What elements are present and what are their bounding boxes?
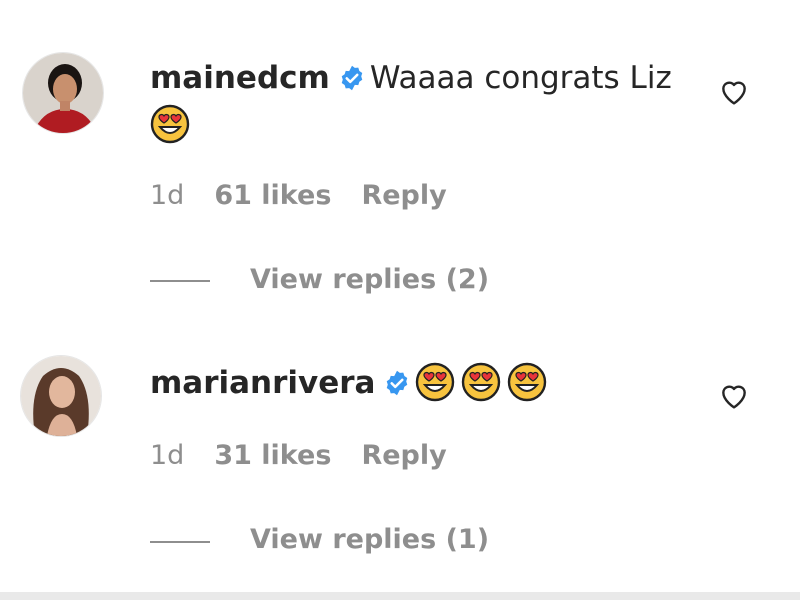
replies-divider [150, 280, 210, 282]
comment-emoji-line [150, 104, 196, 145]
comment-time[interactable]: 1d [150, 180, 184, 211]
reply-button[interactable]: Reply [361, 440, 446, 471]
heart-outline-icon[interactable] [718, 76, 750, 108]
verified-badge-icon [383, 369, 411, 397]
reply-button[interactable]: Reply [361, 180, 446, 211]
heart-eyes-emoji-icon [415, 362, 455, 402]
replies-divider [150, 541, 210, 543]
comment-username[interactable]: mainedcm [150, 60, 330, 96]
comment-text: Waaaa congrats Liz [369, 60, 672, 96]
avatar[interactable] [22, 52, 104, 134]
avatar[interactable] [20, 355, 102, 437]
comment-line: mainedcm Waaaa congrats Liz [150, 58, 672, 98]
comment-line: marianrivera [150, 362, 553, 403]
heart-eyes-emoji-icon [150, 104, 190, 144]
comment-meta: 1d 31 likes Reply [150, 440, 477, 471]
comment-likes[interactable]: 61 likes [214, 180, 331, 211]
verified-badge-icon [338, 64, 366, 92]
comment-username[interactable]: marianrivera [150, 365, 375, 401]
comment-time[interactable]: 1d [150, 440, 184, 471]
comment-likes[interactable]: 31 likes [214, 440, 331, 471]
view-replies-button[interactable]: View replies (1) [250, 524, 489, 555]
heart-eyes-emoji-icon [461, 362, 501, 402]
view-replies-button[interactable]: View replies (2) [250, 264, 489, 295]
heart-eyes-emoji-icon [507, 362, 547, 402]
comment-meta: 1d 61 likes Reply [150, 180, 477, 211]
heart-outline-icon[interactable] [718, 380, 750, 412]
bottom-divider [0, 592, 800, 600]
